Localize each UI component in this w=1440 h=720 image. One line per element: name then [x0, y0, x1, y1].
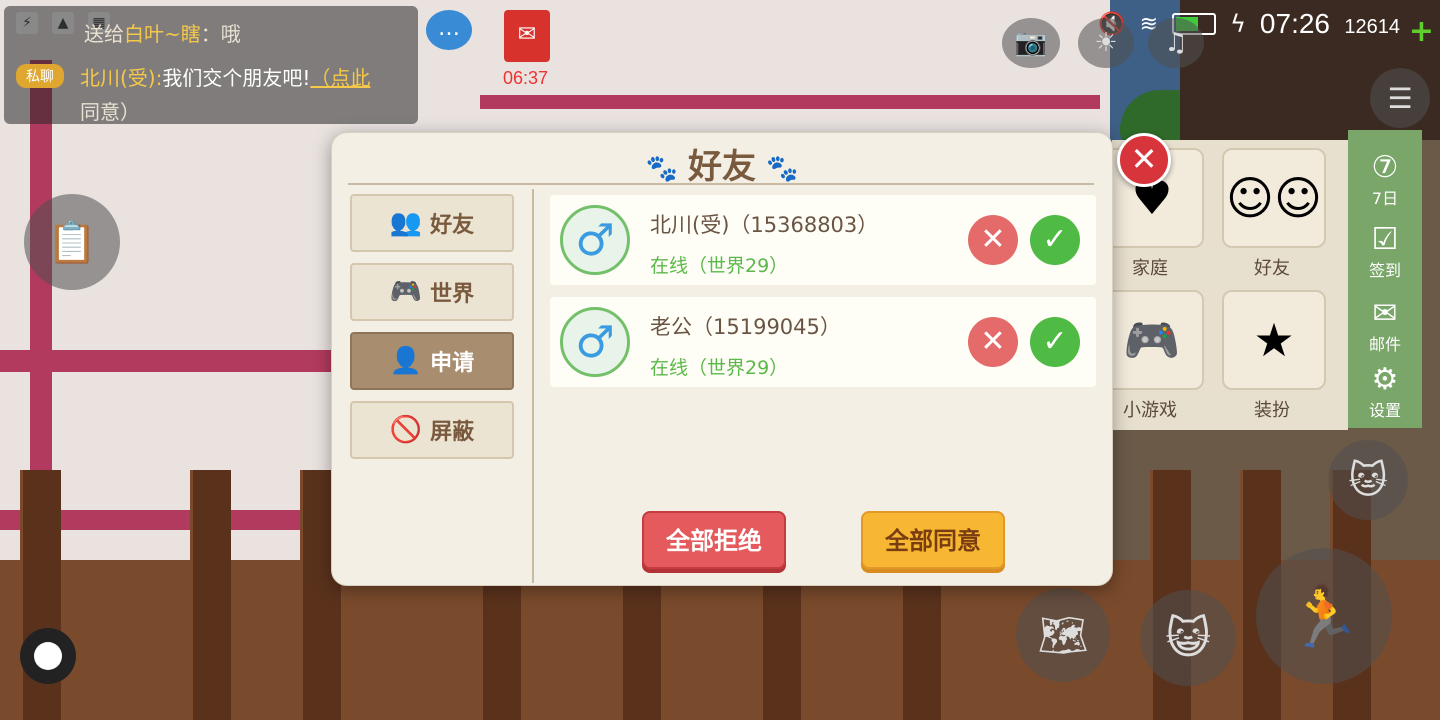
- seven-day-button[interactable]: ⑦ 7日: [1348, 150, 1422, 209]
- red-envelope-icon[interactable]: ✉: [504, 10, 550, 62]
- magic-wand-icon[interactable]: ★: [1222, 290, 1326, 390]
- window-frame: [480, 95, 1100, 109]
- accept-all-button[interactable]: 全部同意: [861, 511, 1005, 569]
- male-icon: ♂: [560, 205, 630, 275]
- gear-icon: ⚙: [1371, 362, 1399, 397]
- divider: [348, 183, 1094, 185]
- paw-icon: 🐾: [645, 153, 678, 184]
- reject-all-button[interactable]: 全部拒绝: [642, 511, 786, 569]
- pet-icon[interactable]: 🐱: [1328, 440, 1408, 520]
- requester-status: 在线（世界29）: [650, 357, 789, 379]
- clock: 07:26: [1259, 8, 1330, 39]
- accept-button[interactable]: ✓: [1030, 215, 1080, 265]
- jump-button[interactable]: 🏃: [1256, 548, 1392, 684]
- requester-status: 在线（世界29）: [650, 255, 789, 277]
- music-icon[interactable]: ♫: [1148, 18, 1204, 68]
- chat-sender[interactable]: 北川(受):: [80, 66, 162, 90]
- fence-post: [190, 470, 231, 720]
- reject-button[interactable]: ✕: [968, 317, 1018, 367]
- friend-request-row: ♂ 北川(受)（15368803） 在线（世界29） ✕ ✓: [550, 195, 1096, 285]
- friends-icon: 👥: [389, 208, 423, 238]
- requester-name: 北川(受)（15368803）: [650, 213, 879, 237]
- dialog-title: 🐾 好友 🐾: [645, 147, 799, 187]
- friend-request-row: ♂ 老公（15199045） 在线（世界29） ✕ ✓: [550, 297, 1096, 387]
- camera-icon[interactable]: 📷: [1002, 18, 1060, 68]
- menu-label-minigame: 小游戏: [1123, 400, 1177, 421]
- chat-bubble-icon[interactable]: …: [426, 10, 472, 50]
- close-button[interactable]: ✕: [1117, 133, 1171, 187]
- private-chat-tag: 私聊: [16, 64, 64, 88]
- requester-name: 老公（15199045）: [650, 315, 841, 339]
- block-user-icon: 🚫: [389, 415, 423, 445]
- male-icon: ♂: [560, 307, 630, 377]
- emote-icon[interactable]: 😺: [1140, 590, 1236, 686]
- tab-world[interactable]: 🎮 世界: [350, 263, 514, 321]
- divider: [532, 189, 534, 583]
- friends-dialog: 🐾 好友 🐾 ✕ 👥 好友 🎮 世界 👤 申请 🚫 屏蔽 ♂ 北川(受)（15368803）…: [331, 132, 1171, 586]
- add-coins-button[interactable]: +: [1409, 14, 1434, 49]
- reject-button[interactable]: ✕: [968, 215, 1018, 265]
- paw-icon: 🐾: [766, 153, 799, 184]
- float-home-button[interactable]: [20, 628, 76, 684]
- accept-button[interactable]: ✓: [1030, 317, 1080, 367]
- mail-button[interactable]: ✉ 邮件: [1348, 296, 1422, 355]
- tab-blocked[interactable]: 🚫 屏蔽: [350, 401, 514, 459]
- seven-day-icon: ⑦: [1371, 150, 1399, 185]
- tab-friends[interactable]: 👥 好友: [350, 194, 514, 252]
- chat-line: 北川(受):我们交个朋友吧!（点此: [80, 66, 371, 90]
- charging-icon: ϟ: [1230, 10, 1246, 38]
- chat-username[interactable]: 白叶~瞎: [124, 22, 201, 46]
- menu-label-family: 家庭: [1132, 258, 1168, 279]
- gamepad-icon: 🎮: [389, 277, 423, 307]
- chat-accept-link-cont[interactable]: 同意）: [80, 96, 140, 125]
- checkin-icon: ☑: [1371, 222, 1399, 257]
- task-list-icon[interactable]: 📋: [24, 194, 120, 290]
- menu-label-friends: 好友: [1254, 258, 1290, 279]
- chat-line: 送给白叶~瞎：哦: [84, 22, 241, 46]
- map-icon[interactable]: 🗺: [1016, 588, 1110, 682]
- settings-button[interactable]: ⚙ 设置: [1348, 362, 1422, 421]
- right-side-bar: ⑦ 7日 ☑ 签到 ✉ 邮件 ⚙ 设置: [1348, 130, 1422, 428]
- mail-icon: ✉: [1372, 296, 1398, 331]
- menu-label-dressup: 装扮: [1254, 400, 1290, 421]
- add-user-icon: 👤: [389, 346, 423, 376]
- checkin-button[interactable]: ☑ 签到: [1348, 222, 1422, 281]
- chat-panel[interactable]: 送给白叶~瞎：哦 私聊 北川(受):我们交个朋友吧!（点此 同意）: [4, 6, 418, 124]
- tab-requests[interactable]: 👤 申请: [350, 332, 514, 390]
- coin-count: 12614: [1344, 16, 1400, 38]
- friends-faces-icon[interactable]: ☺☺: [1222, 148, 1326, 248]
- event-timer: 06:37: [503, 68, 549, 88]
- menu-icon[interactable]: ☰: [1370, 68, 1430, 128]
- weather-icon[interactable]: ☀: [1078, 18, 1134, 68]
- gamepad-icon[interactable]: 🎮: [1100, 290, 1204, 390]
- chat-accept-link[interactable]: （点此: [310, 66, 370, 90]
